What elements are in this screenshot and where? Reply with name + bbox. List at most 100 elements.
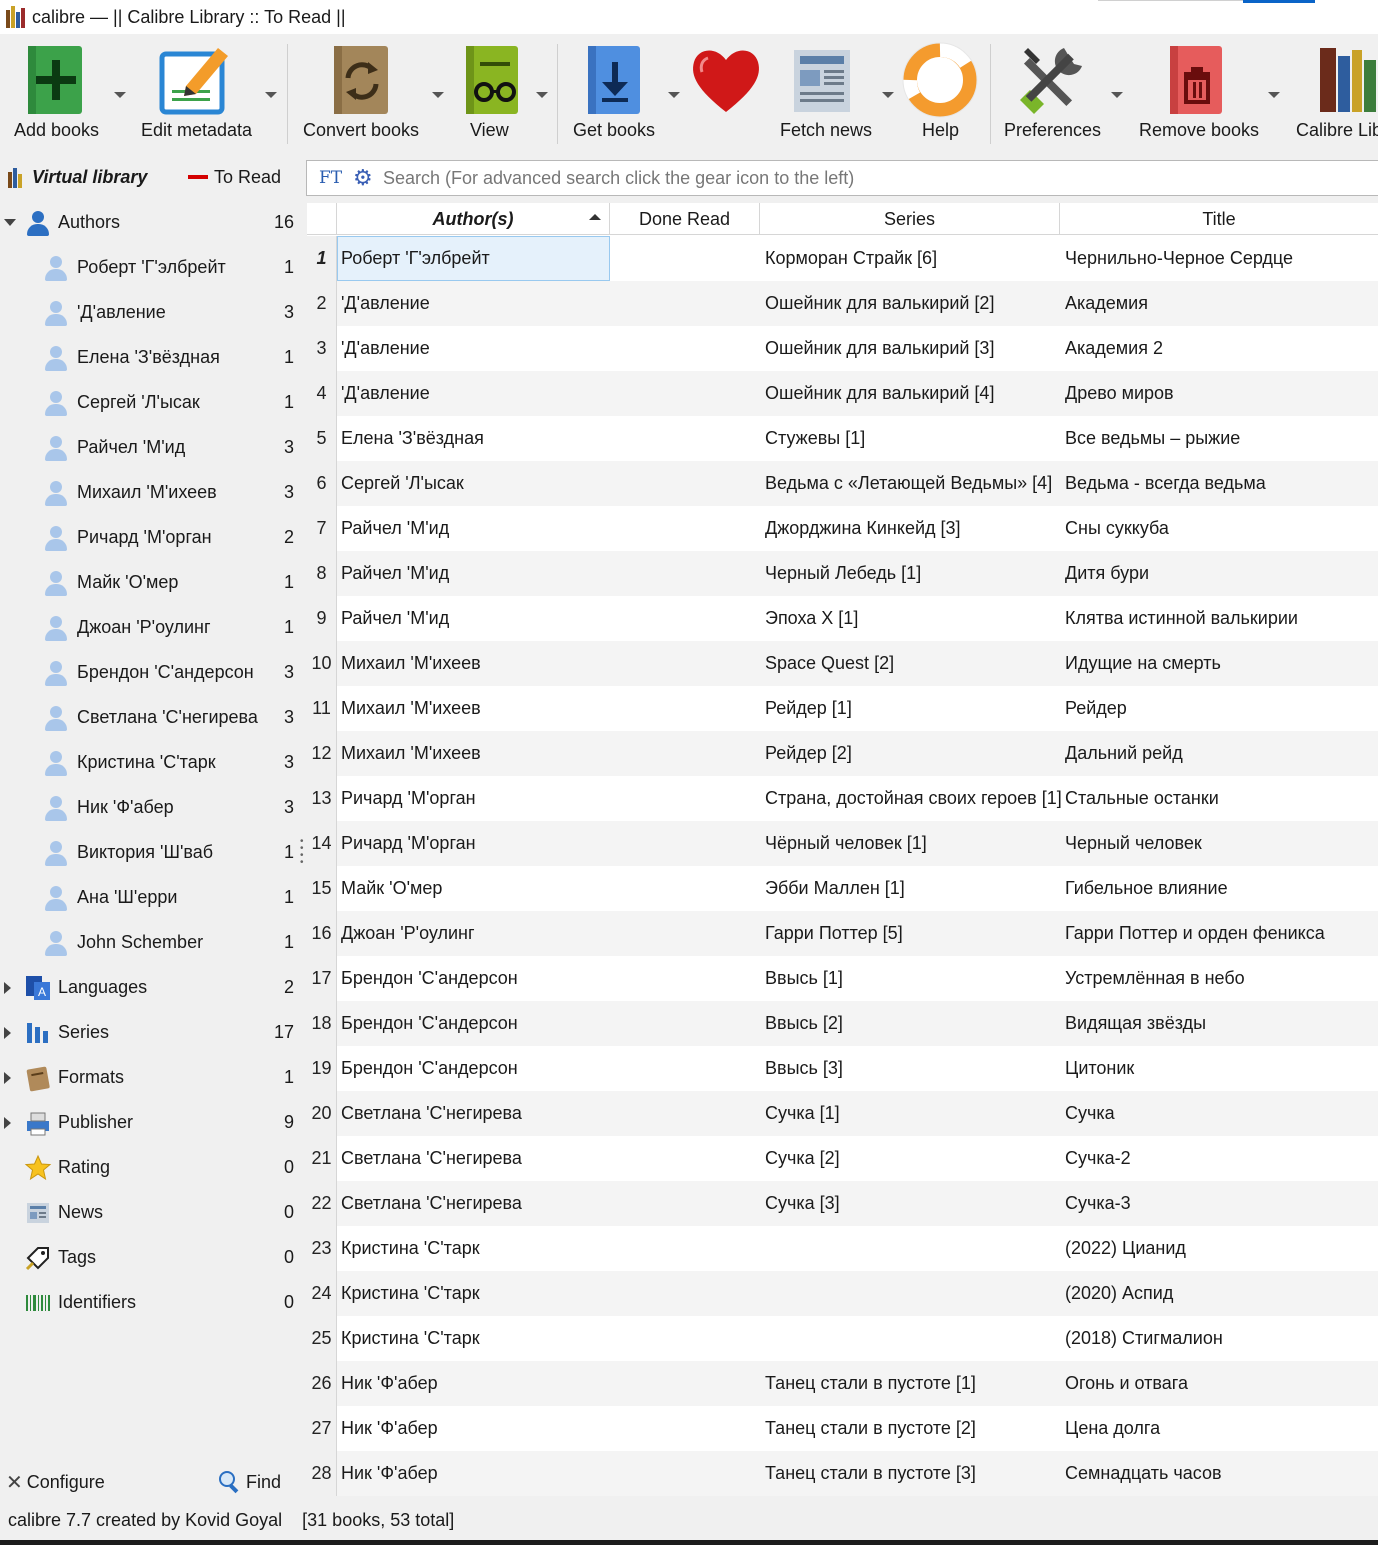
title-cell[interactable]: Идущие на смерть (1065, 641, 1378, 686)
expand-arrow-icon[interactable] (4, 1071, 11, 1084)
series-cell[interactable]: Ошейник для валькирий [2] (765, 281, 1065, 326)
row-number[interactable]: 3 (307, 326, 337, 371)
row-number[interactable]: 11 (307, 686, 337, 731)
edit-metadata-dropdown-arrow[interactable] (265, 92, 277, 98)
get-books-button[interactable]: Get books (566, 34, 662, 152)
row-number[interactable]: 12 (307, 731, 337, 776)
author-cell[interactable]: Кристина 'С'тарк (341, 1316, 611, 1361)
series-cell[interactable]: Стужевы [1] (765, 416, 1065, 461)
row-number[interactable]: 28 (307, 1451, 337, 1496)
done-read-cell[interactable] (611, 506, 761, 551)
done-read-cell[interactable] (611, 281, 761, 326)
row-number[interactable]: 17 (307, 956, 337, 1001)
category-authors[interactable]: Authors 16 (0, 200, 300, 245)
add-books-button[interactable]: Add books (0, 34, 112, 152)
author-item[interactable]: Ана 'Ш'ерри 1 (0, 875, 300, 920)
title-cell[interactable]: Черный человек (1065, 821, 1378, 866)
done-read-cell[interactable] (611, 1136, 761, 1181)
title-cell[interactable]: Сучка (1065, 1091, 1378, 1136)
fetch-news-dropdown-arrow[interactable] (882, 92, 894, 98)
done-read-cell[interactable] (611, 1451, 761, 1496)
author-item[interactable]: Майк 'О'мер 1 (0, 560, 300, 605)
remove-books-button[interactable]: Remove books (1134, 34, 1260, 152)
done-read-cell[interactable] (611, 1001, 761, 1046)
series-cell[interactable]: Эбби Маллен [1] (765, 866, 1065, 911)
series-cell[interactable]: Ведьма с «Летающей Ведьмы» [4] (765, 461, 1065, 506)
table-row[interactable]: 4 'Д'авление Ошейник для валькирий [4] Древ… (307, 371, 1378, 416)
series-cell[interactable]: Чёрный человек [1] (765, 821, 1065, 866)
row-number[interactable]: 21 (307, 1136, 337, 1181)
row-number[interactable]: 27 (307, 1406, 337, 1451)
expand-arrow-icon[interactable] (4, 1116, 11, 1129)
author-item[interactable]: Ник 'Ф'абер 3 (0, 785, 300, 830)
row-number[interactable]: 25 (307, 1316, 337, 1361)
table-row[interactable]: 5 Елена 'З'вёздная Стужевы [1] Все ведьмы –… (307, 416, 1378, 461)
row-number[interactable]: 4 (307, 371, 337, 416)
column-header-series[interactable]: Series (760, 203, 1060, 235)
author-cell[interactable]: Ник 'Ф'абер (341, 1361, 611, 1406)
current-virtual-library-tab[interactable]: To Read (188, 162, 281, 192)
series-cell[interactable]: Страна, достойная своих героев [1] (765, 776, 1065, 821)
table-row[interactable]: 9 Райчел 'М'ид Эпоха X [1] Клятва истинной … (307, 596, 1378, 641)
author-cell[interactable]: Михаил 'М'ихеев (341, 641, 611, 686)
table-row[interactable]: 14 Ричард 'М'орган Чёрный человек [1] Черны… (307, 821, 1378, 866)
view-dropdown-arrow[interactable] (536, 92, 548, 98)
convert-books-button[interactable]: Convert books (296, 34, 426, 152)
help-button[interactable]: Help (902, 34, 978, 152)
row-number[interactable]: 10 (307, 641, 337, 686)
column-header-authors[interactable]: Author(s) (337, 203, 610, 235)
author-cell[interactable]: Светлана 'С'негирева (341, 1181, 611, 1226)
row-number[interactable]: 6 (307, 461, 337, 506)
author-item[interactable]: Кристина 'С'тарк 3 (0, 740, 300, 785)
splitter-handle[interactable]: • • • • (300, 837, 304, 868)
title-cell[interactable]: Сучка-3 (1065, 1181, 1378, 1226)
author-item[interactable]: Брендон 'С'андерсон 3 (0, 650, 300, 695)
table-row[interactable]: 27 Ник 'Ф'абер Танец стали в пустоте [2] Це… (307, 1406, 1378, 1451)
table-row[interactable]: 21 Светлана 'С'негирева Сучка [2] Сучка-2 (307, 1136, 1378, 1181)
author-item[interactable]: John Schember 1 (0, 920, 300, 965)
series-cell[interactable]: Space Quest [2] (765, 641, 1065, 686)
table-row[interactable]: 7 Райчел 'М'ид Джорджина Кинкейд [3] Сны су… (307, 506, 1378, 551)
series-cell[interactable] (765, 1226, 1065, 1271)
table-row[interactable]: 17 Брендон 'С'андерсон Ввысь [1] Устремлённ… (307, 956, 1378, 1001)
series-cell[interactable]: Эпоха X [1] (765, 596, 1065, 641)
table-row[interactable]: 26 Ник 'Ф'абер Танец стали в пустоте [1] Ог… (307, 1361, 1378, 1406)
done-read-cell[interactable] (611, 641, 761, 686)
gear-icon[interactable]: ⚙ (353, 165, 379, 191)
row-number[interactable]: 9 (307, 596, 337, 641)
title-cell[interactable]: (2022) Цианид (1065, 1226, 1378, 1271)
collapse-arrow-icon[interactable] (4, 219, 16, 226)
title-cell[interactable]: (2020) Аспид (1065, 1271, 1378, 1316)
category-series[interactable]: Series 17 (0, 1010, 300, 1055)
title-cell[interactable]: Сучка-2 (1065, 1136, 1378, 1181)
author-cell[interactable]: Кристина 'С'тарк (341, 1226, 611, 1271)
author-cell[interactable]: Райчел 'М'ид (341, 596, 611, 641)
table-row[interactable]: 12 Михаил 'М'ихеев Рейдер [2] Дальний рейд (307, 731, 1378, 776)
title-cell[interactable]: Все ведьмы – рыжие (1065, 416, 1378, 461)
author-cell[interactable]: Райчел 'М'ид (341, 551, 611, 596)
author-cell[interactable]: Брендон 'С'андерсон (341, 1046, 611, 1091)
series-cell[interactable]: Рейдер [2] (765, 731, 1065, 776)
done-read-cell[interactable] (611, 911, 761, 956)
author-cell[interactable]: Сергей 'Л'ысак (341, 461, 611, 506)
title-cell[interactable]: Гарри Поттер и орден феникса (1065, 911, 1378, 956)
done-read-cell[interactable] (611, 1406, 761, 1451)
table-row[interactable]: 2 'Д'авление Ошейник для валькирий [2] Акад… (307, 281, 1378, 326)
table-row[interactable]: 19 Брендон 'С'андерсон Ввысь [3] Цитоник (307, 1046, 1378, 1091)
done-read-cell[interactable] (611, 1361, 761, 1406)
category-identifiers[interactable]: Identifiers 0 (0, 1280, 300, 1325)
title-cell[interactable]: (2018) Стигмалион (1065, 1316, 1378, 1361)
done-read-cell[interactable] (611, 776, 761, 821)
calibre-library-button[interactable]: Calibre Library (1292, 34, 1378, 152)
done-read-cell[interactable] (611, 1046, 761, 1091)
full-text-search-icon[interactable]: FT (319, 168, 347, 188)
row-number[interactable]: 26 (307, 1361, 337, 1406)
done-read-cell[interactable] (611, 686, 761, 731)
add-books-dropdown-arrow[interactable] (114, 92, 126, 98)
title-cell[interactable]: Древо миров (1065, 371, 1378, 416)
title-cell[interactable]: Цитоник (1065, 1046, 1378, 1091)
edit-metadata-button[interactable]: Edit metadata (134, 34, 260, 152)
row-number[interactable]: 5 (307, 416, 337, 461)
author-cell[interactable]: Роберт 'Г'элбрейт (337, 236, 610, 281)
title-cell[interactable]: Устремлённая в небо (1065, 956, 1378, 1001)
